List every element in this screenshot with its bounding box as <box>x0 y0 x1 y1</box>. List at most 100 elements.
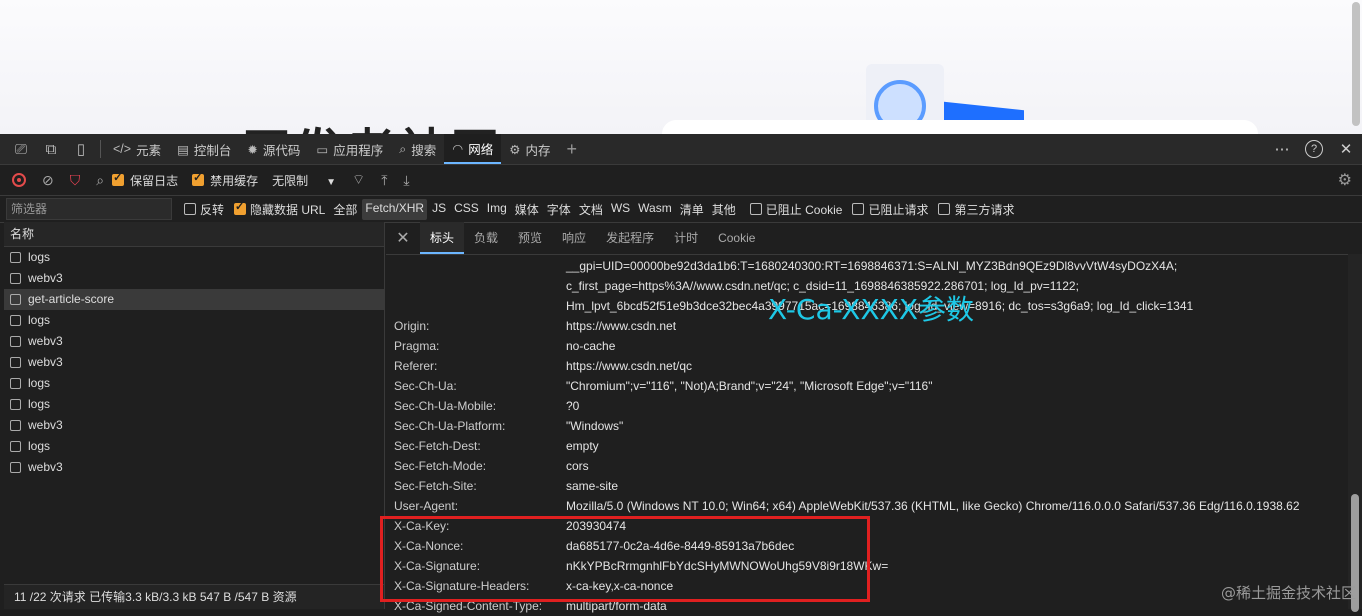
filter-type-0[interactable]: 全部 <box>330 199 360 220</box>
request-row[interactable]: logs <box>4 394 384 415</box>
header-name: Sec-Ch-Ua: <box>394 379 457 393</box>
detail-tab[interactable]: 预览 <box>508 222 552 254</box>
hide-data-urls-checkbox[interactable] <box>234 200 247 215</box>
request-type-icon <box>10 357 21 368</box>
blocked-cookies-checkbox[interactable] <box>749 203 762 215</box>
request-row[interactable]: logs <box>4 373 384 394</box>
request-row[interactable]: get-article-score <box>4 289 384 310</box>
filter-input[interactable] <box>6 198 172 220</box>
download-har-icon[interactable]: ⤓ <box>403 172 409 189</box>
tab-search[interactable]: ⌕ 搜索 <box>391 134 444 164</box>
request-row[interactable]: webv3 <box>4 457 384 478</box>
header-row: Sec-Fetch-Mode: cors <box>386 456 1348 476</box>
header-value: same-site <box>566 479 619 493</box>
search-icon[interactable]: ⌕ <box>96 172 104 189</box>
request-name: webv3 <box>28 355 63 369</box>
request-row[interactable]: webv3 <box>4 331 384 352</box>
header-name: Pragma: <box>394 339 440 353</box>
name-column-header[interactable]: 名称 <box>4 222 384 247</box>
tab-code[interactable]: </> 元素 <box>105 134 169 164</box>
third-party-checkbox[interactable] <box>938 203 951 215</box>
add-tool-icon[interactable]: + <box>558 134 585 164</box>
header-value: "Chromium";v="116", "Not)A;Brand";v="24"… <box>566 379 933 393</box>
detail-scrollbar[interactable] <box>1348 254 1362 612</box>
chevron-down-icon: ▼ <box>326 176 337 188</box>
request-row[interactable]: webv3 <box>4 415 384 436</box>
detail-tab[interactable]: Cookie <box>708 222 765 254</box>
request-row[interactable]: logs <box>4 310 384 331</box>
network-toolbar: ⊘ ⛉ ⌕ 保留日志 禁用缓存 无限制▼ ⌔ ⤒ ⤓ ⚙ <box>0 165 1362 196</box>
tab-label: 应用程序 <box>333 143 384 158</box>
preserve-log-checkbox[interactable] <box>112 171 125 186</box>
disable-cache-checkbox[interactable] <box>192 171 205 186</box>
header-name: Sec-Fetch-Dest: <box>394 439 481 453</box>
request-row[interactable]: webv3 <box>4 352 384 373</box>
filter-toggle-icon[interactable]: ⛉ <box>70 172 81 189</box>
settings-gear-icon[interactable]: ⚙ <box>1338 170 1352 190</box>
tab-wifi[interactable]: ◠ 网络 <box>444 134 502 164</box>
request-name: logs <box>28 397 51 411</box>
filter-type-3[interactable]: CSS <box>451 199 482 220</box>
upload-har-icon[interactable]: ⤒ <box>381 172 387 189</box>
detail-tab[interactable]: 负载 <box>464 222 508 254</box>
request-row[interactable]: webv3 <box>4 268 384 289</box>
request-list: logs webv3 get-article-score logs webv3 webv3… <box>4 247 384 478</box>
filter-type-6[interactable]: 字体 <box>544 199 574 220</box>
header-value: __gpi=UID=00000be92d3da1b6:T=1680240300:… <box>566 259 1178 273</box>
request-row[interactable]: logs <box>4 436 384 457</box>
tab-console[interactable]: ▤ 控制台 <box>169 134 239 164</box>
detail-tab[interactable]: 发起程序 <box>596 222 664 254</box>
request-name: webv3 <box>28 271 63 285</box>
more-options-icon[interactable]: ⋯ <box>1266 140 1298 158</box>
header-value: https://www.csdn.net <box>566 319 677 333</box>
header-value: empty <box>566 439 599 453</box>
memory-icon: ⚙ <box>509 142 521 157</box>
header-name: Sec-Fetch-Site: <box>394 479 477 493</box>
tab-bug[interactable]: ✹ 源代码 <box>239 134 308 164</box>
filter-type-4[interactable]: Img <box>484 199 510 220</box>
header-name <box>386 276 566 296</box>
tab-application[interactable]: ▭ 应用程序 <box>308 134 391 164</box>
network-conditions-icon[interactable]: ⌔ <box>352 171 365 189</box>
header-name: Sec-Fetch-Mode: <box>394 459 487 473</box>
filter-type-1[interactable]: Fetch/XHR <box>362 198 428 220</box>
help-icon[interactable]: ? <box>1298 140 1330 158</box>
close-detail-icon[interactable]: ✕ <box>386 228 420 248</box>
filter-type-5[interactable]: 媒体 <box>512 199 542 220</box>
detail-tab[interactable]: 标头 <box>420 222 465 254</box>
filter-type-11[interactable]: 其他 <box>709 199 739 220</box>
throttle-select[interactable]: 无限制 ▼ <box>272 172 336 189</box>
network-summary-status: 11 /22 次请求 已传输3.3 kB/3.3 kB 547 B /547 B… <box>4 584 384 609</box>
device-emulation-icon[interactable]: ⎚ <box>6 141 36 158</box>
blocked-requests-label: 已阻止请求 <box>868 202 929 217</box>
page-search-card[interactable] <box>662 120 1258 134</box>
request-name: webv3 <box>28 418 63 432</box>
filter-type-2[interactable]: JS <box>429 199 449 220</box>
tab-label: 网络 <box>468 142 494 157</box>
request-row[interactable]: logs <box>4 247 384 268</box>
site-logo[interactable]: ●CSDN 开发者社区 <box>40 112 502 134</box>
clear-icon[interactable]: ⊘ <box>42 172 54 189</box>
filter-type-9[interactable]: Wasm <box>635 199 675 220</box>
request-name: logs <box>28 439 51 453</box>
request-list-panel: 名称 logs webv3 get-article-score logs webv3 we… <box>4 222 385 609</box>
filter-type-10[interactable]: 清单 <box>677 199 707 220</box>
filter-type-7[interactable]: 文档 <box>576 199 606 220</box>
annotation-label: X-Ca-XXXX参数 <box>768 293 975 326</box>
detail-tab[interactable]: 计时 <box>664 222 708 254</box>
tab-memory[interactable]: ⚙ 内存 <box>501 134 558 164</box>
detail-tab[interactable]: 响应 <box>552 222 596 254</box>
page-scrollbar[interactable] <box>1352 2 1360 126</box>
record-button[interactable] <box>12 173 26 187</box>
invert-checkbox[interactable] <box>184 203 196 215</box>
header-row: Referer: https://www.csdn.net/qc <box>386 356 1348 376</box>
request-type-icon <box>10 252 21 263</box>
close-devtools-icon[interactable]: ✕ <box>1330 140 1362 158</box>
header-row: __gpi=UID=00000be92d3da1b6:T=1680240300:… <box>386 256 1348 276</box>
console-icon: ▤ <box>177 142 189 157</box>
dock-sidebar-icon[interactable]: ▯ <box>66 140 96 158</box>
blocked-requests-checkbox[interactable] <box>852 203 865 215</box>
filter-type-8[interactable]: WS <box>608 199 633 220</box>
devtools-tabbar: ⎚ ⧉ ▯ </> 元素 ▤ 控制台 ✹ 源代码 ▭ 应用程序 ⌕ 搜索 ◠ 网络 ⚙ 内存 + ⋯ ? … <box>0 134 1362 165</box>
inspect-element-icon[interactable]: ⧉ <box>36 141 66 158</box>
